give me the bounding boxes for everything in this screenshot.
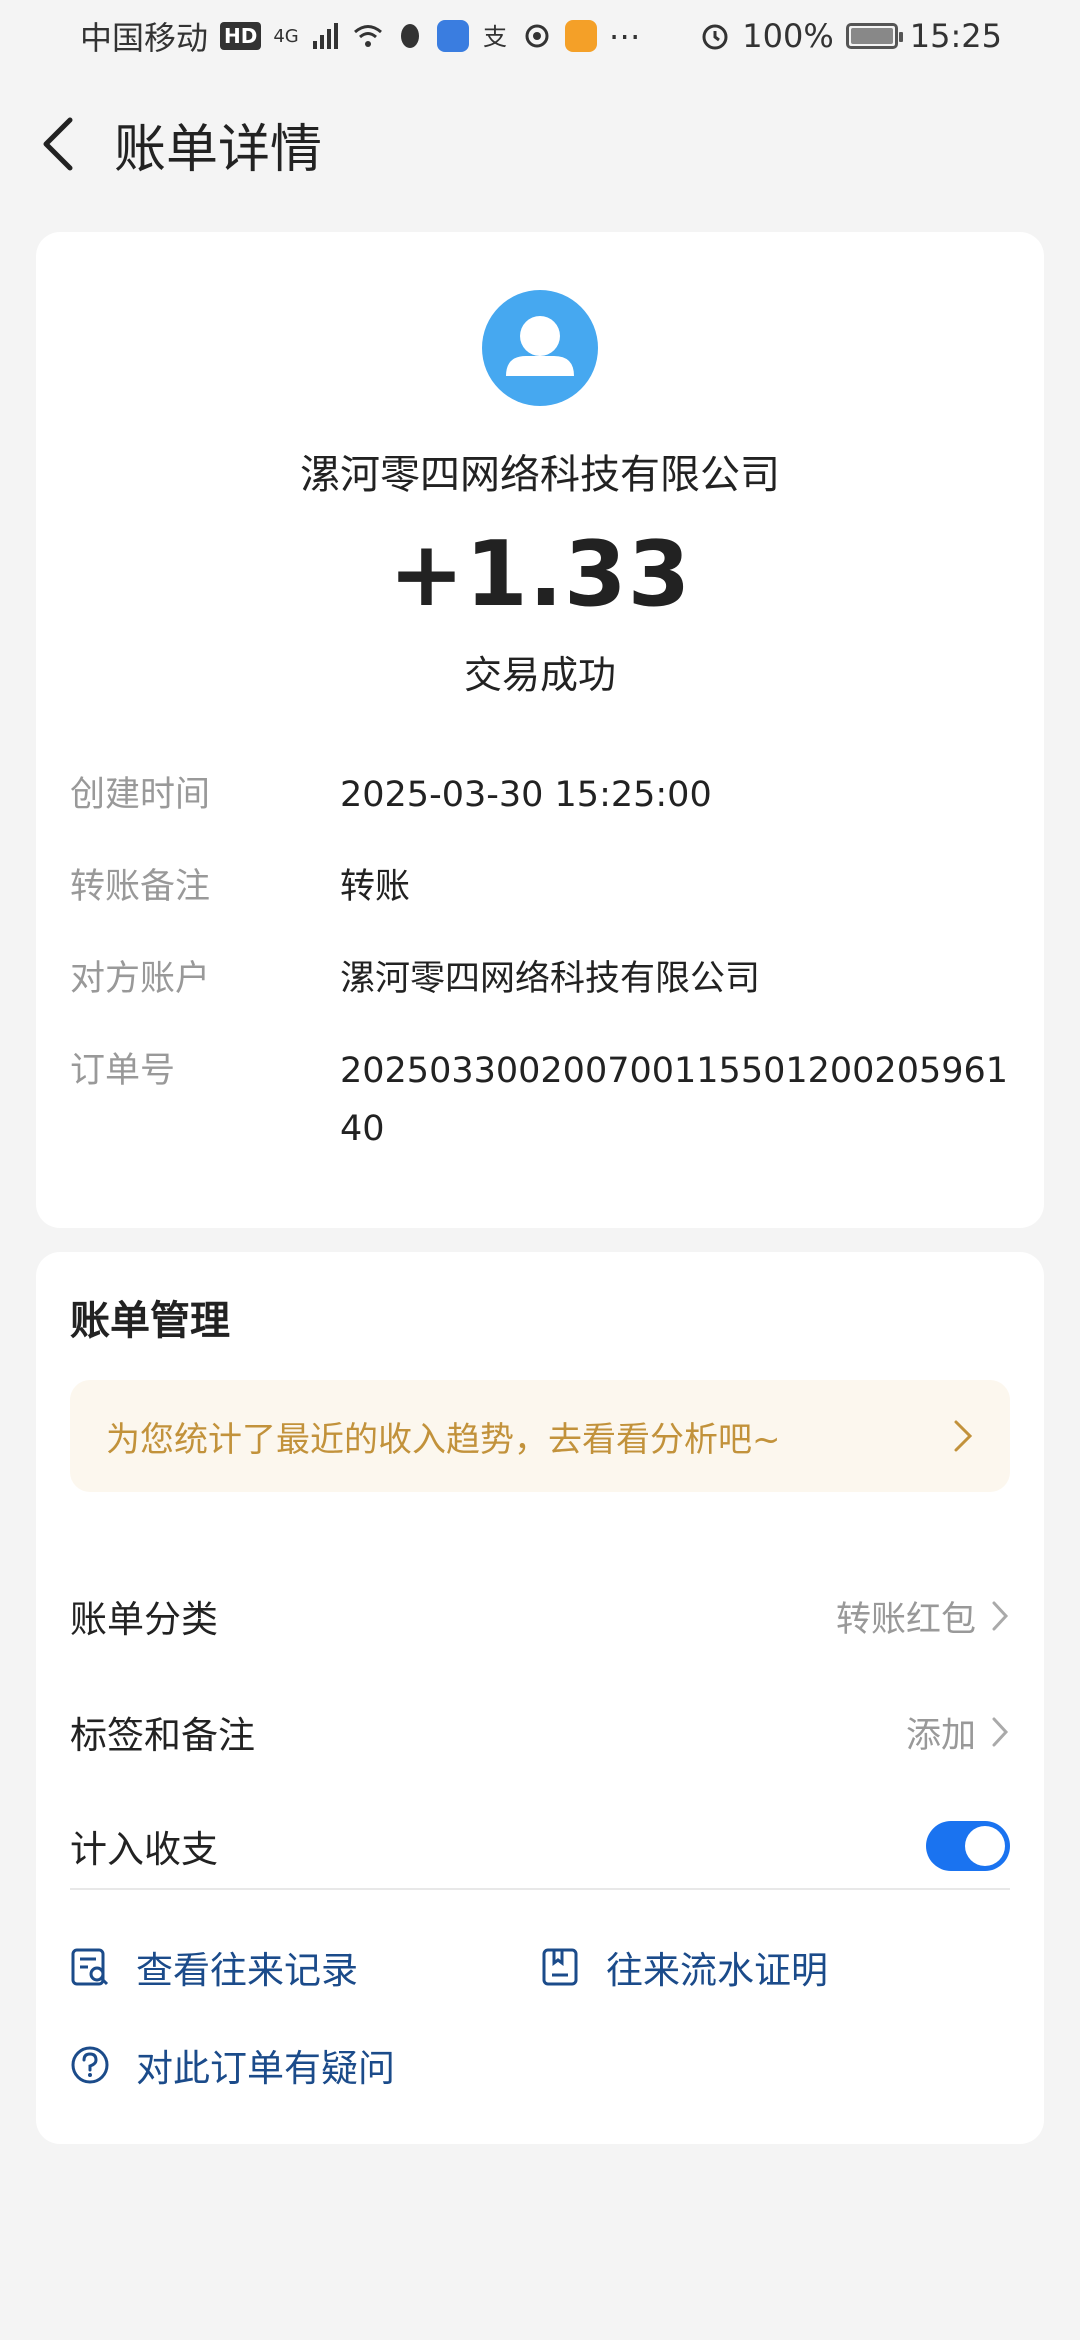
transaction-status: 交易成功 — [463, 653, 616, 697]
hd-badge: HD — [220, 22, 262, 50]
detail-value: 漯河零四网络科技有限公司 — [340, 959, 761, 999]
order-number[interactable]: 20250330020070011550120020596140 — [340, 1042, 1030, 1158]
back-arrow-icon[interactable] — [38, 114, 78, 174]
detail-value: 2025-03-30 15:25:00 — [340, 775, 712, 815]
clock: 15:25 — [909, 17, 1002, 55]
row-label: 标签和备注 — [70, 1714, 255, 1757]
row-label: 计入收支 — [70, 1828, 218, 1871]
chevron-right-icon — [992, 1601, 1009, 1631]
battery-percent: 100% — [742, 17, 834, 55]
nfc-icon — [525, 24, 549, 48]
bill-management-card: 账单管理 为您统计了最近的收入趋势，去看看分析吧~ 账单分类 转账红包 标签和备… — [36, 1252, 1044, 2144]
question-icon — [71, 2046, 109, 2084]
transaction-card: 漯河零四网络科技有限公司 +1.33 交易成功 创建时间 2025-03-30 … — [36, 232, 1044, 1228]
qq-icon — [400, 24, 419, 48]
category-value: 转账红包 — [835, 1599, 976, 1640]
banner-text: 为您统计了最近的收入趋势，去看看分析吧~ — [106, 1419, 781, 1460]
tags-notes-row[interactable]: 标签和备注 添加 — [70, 1692, 1010, 1772]
link-label: 查看往来记录 — [136, 1949, 358, 1992]
page-title: 账单详情 — [114, 119, 323, 180]
document-icon — [542, 1948, 578, 1986]
detail-row-created: 创建时间 2025-03-30 15:25:00 — [70, 766, 1030, 824]
include-income-toggle[interactable] — [926, 1821, 1010, 1871]
divider — [70, 1888, 1010, 1890]
chevron-right-icon — [992, 1717, 1009, 1747]
more-notifications-icon: ⋯ — [608, 17, 641, 55]
detail-label: 对方账户 — [70, 959, 211, 999]
orange-app-icon — [564, 20, 597, 52]
payee-avatar-icon — [482, 290, 598, 406]
svg-text:支: 支 — [483, 23, 507, 51]
toggle-knob — [965, 1826, 1005, 1866]
tags-value: 添加 — [905, 1715, 976, 1756]
alarm-icon — [702, 24, 728, 50]
payee-name: 漯河零四网络科技有限公司 — [300, 452, 780, 498]
detail-label: 转账备注 — [70, 867, 211, 907]
transaction-proof-link[interactable]: 往来流水证明 — [540, 1940, 828, 1994]
detail-row-remark: 转账备注 转账 — [70, 858, 1030, 916]
game-app-icon — [436, 20, 469, 52]
detail-label: 创建时间 — [70, 775, 211, 815]
alipay-icon: 支 — [483, 23, 507, 51]
carrier-label: 中国移动 — [80, 19, 209, 57]
view-records-link[interactable]: 查看往来记录 — [70, 1940, 358, 1994]
detail-value: 转账 — [340, 867, 411, 907]
detail-row-account: 对方账户 漯河零四网络科技有限公司 — [70, 950, 1030, 1008]
signal-icon — [312, 23, 338, 49]
transaction-amount: +1.33 — [388, 522, 692, 627]
link-label: 对此订单有疑问 — [136, 2047, 395, 2090]
include-income-row: 计入收支 — [70, 1806, 1010, 1886]
chevron-right-icon — [954, 1420, 973, 1452]
status-left: 中国移动 HD 4G 支 ⋯ — [80, 13, 641, 59]
income-trend-banner[interactable]: 为您统计了最近的收入趋势，去看看分析吧~ — [70, 1380, 1010, 1492]
section-title: 账单管理 — [70, 1298, 230, 1344]
status-bar: 中国移动 HD 4G 支 ⋯ 100% 15:25 — [0, 0, 1080, 72]
bill-category-row[interactable]: 账单分类 转账红包 — [70, 1576, 1010, 1656]
app-header: 账单详情 — [0, 96, 1080, 192]
detail-label: 订单号 — [70, 1051, 176, 1091]
link-label: 往来流水证明 — [606, 1949, 828, 1992]
row-label: 账单分类 — [70, 1598, 218, 1641]
order-question-link[interactable]: 对此订单有疑问 — [70, 2038, 395, 2092]
status-right: 100% 15:25 — [700, 17, 1002, 55]
records-search-icon — [71, 1948, 109, 1986]
detail-row-order: 订单号 20250330020070011550120020596140 — [70, 1042, 1030, 1158]
network-type: 4G — [273, 25, 299, 47]
wifi-icon — [353, 25, 382, 47]
battery-icon — [845, 23, 903, 49]
